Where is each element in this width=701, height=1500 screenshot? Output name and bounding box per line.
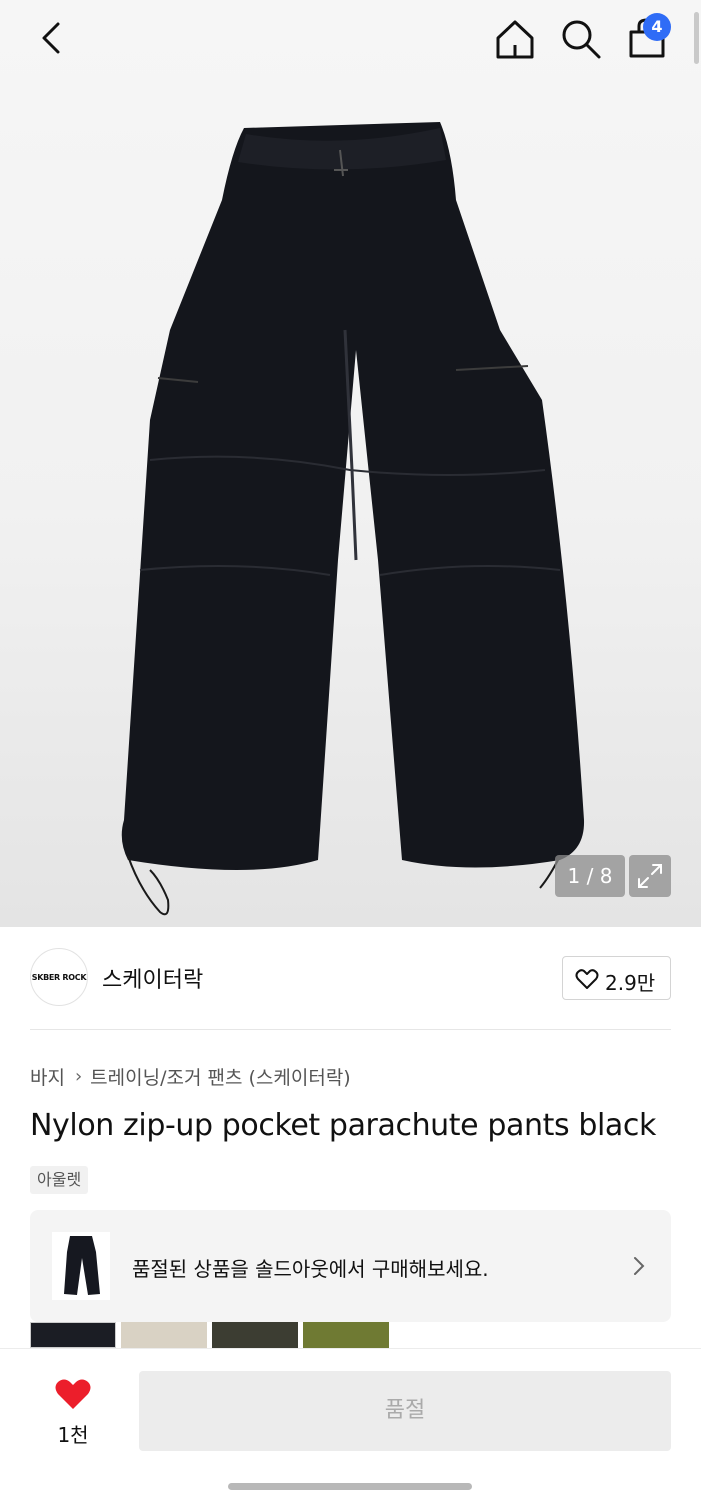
cart-badge: 4 (643, 13, 671, 41)
brand-name[interactable]: 스케이터락 (102, 962, 203, 994)
product-title: Nylon zip-up pocket parachute pants blac… (30, 1108, 656, 1143)
soldout-button[interactable]: 품절 (139, 1371, 671, 1451)
brand-logo[interactable]: SKBER ROCK (30, 948, 88, 1006)
search-icon[interactable] (560, 18, 602, 60)
home-indicator (228, 1483, 472, 1490)
product-image (121, 122, 585, 916)
top-navigation-bar: 4 (0, 0, 701, 80)
brand-like-button[interactable]: 2.9만 (562, 956, 671, 1000)
soldout-thumbnail (52, 1232, 110, 1300)
chevron-right-icon: › (74, 1066, 83, 1087)
bottom-action-bar: 1천 품절 (0, 1348, 701, 1500)
image-counter: 1 / 8 (555, 855, 625, 897)
chevron-right-icon (629, 1252, 649, 1280)
outlet-tag: 아울렛 (30, 1166, 89, 1194)
breadcrumb-subcategory[interactable]: 트레이닝/조거 팬츠 (스케이터락) (90, 1063, 351, 1090)
wish-button[interactable]: 1천 (32, 1373, 114, 1453)
home-icon[interactable] (494, 18, 536, 60)
brand-row: SKBER ROCK 스케이터락 2.9만 (30, 948, 671, 1008)
soldout-banner[interactable]: 품절된 상품을 솔드아웃에서 구매해보세요. (30, 1210, 671, 1322)
divider (30, 1029, 671, 1030)
product-image-gallery[interactable]: 1 / 8 (0, 0, 701, 927)
expand-icon[interactable] (629, 855, 671, 897)
color-option-black[interactable] (30, 1322, 116, 1348)
brand-like-count: 2.9만 (605, 971, 656, 995)
wish-count: 1천 (57, 1423, 89, 1447)
breadcrumb: 바지 › 트레이닝/조거 팬츠 (스케이터락) (30, 1063, 351, 1090)
heart-filled-icon (55, 1379, 91, 1409)
soldout-banner-text: 품절된 상품을 솔드아웃에서 구매해보세요. (132, 1257, 489, 1281)
scrollbar[interactable] (694, 12, 699, 64)
heart-outline-icon (575, 969, 599, 989)
color-option-charcoal[interactable] (212, 1322, 298, 1348)
color-option-beige[interactable] (121, 1322, 207, 1348)
color-option-khaki[interactable] (303, 1322, 389, 1348)
chevron-left-icon[interactable] (32, 18, 72, 58)
breadcrumb-category[interactable]: 바지 (30, 1063, 65, 1090)
